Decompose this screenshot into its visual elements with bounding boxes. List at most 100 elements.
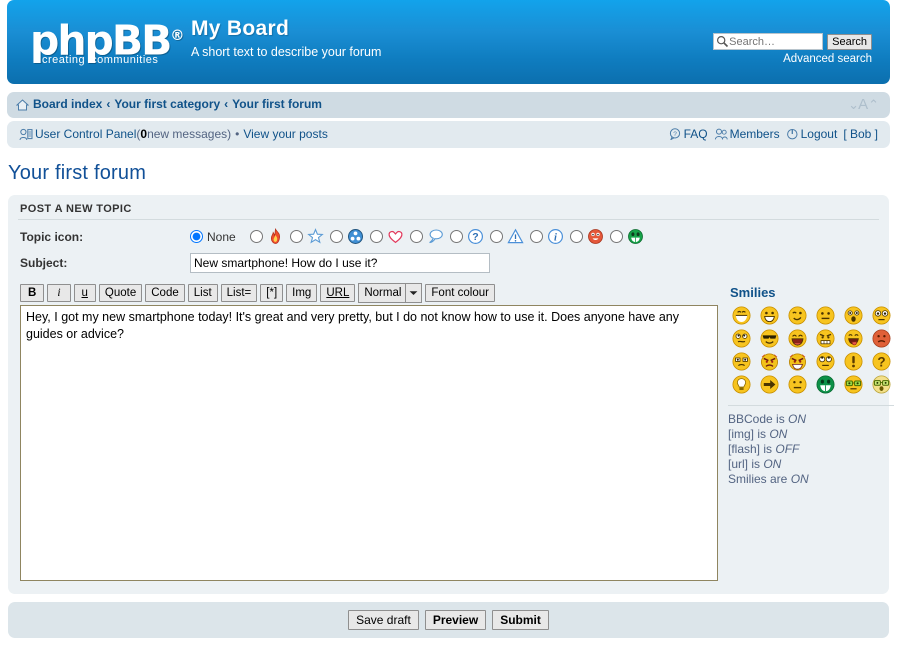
- topic-icon-option-speech-bubble[interactable]: [410, 228, 444, 245]
- green-face-icon[interactable]: [627, 228, 644, 245]
- username-bracket[interactable]: [ Bob ]: [843, 127, 878, 141]
- smiley-question[interactable]: ?: [872, 352, 891, 371]
- smiley-rolleyes[interactable]: [816, 352, 835, 371]
- topic-icon-radio-question[interactable]: [450, 230, 463, 243]
- logout-link[interactable]: Logout: [801, 127, 838, 141]
- red-face-icon[interactable]: [587, 228, 604, 245]
- home-icon: [16, 99, 29, 111]
- star-icon[interactable]: [307, 228, 324, 245]
- topic-icon-option-green-face[interactable]: [610, 228, 644, 245]
- smiley-mad[interactable]: [816, 329, 835, 348]
- user-link-bar: User Control Panel (0 new messages) • Vi…: [7, 121, 890, 148]
- smiley-exclaim[interactable]: [844, 352, 863, 371]
- smiley-sad[interactable]: [816, 306, 835, 325]
- font-size-select[interactable]: Normal: [358, 283, 422, 303]
- smiley-confused[interactable]: [732, 329, 751, 348]
- topic-icon-option-warning[interactable]: [490, 228, 524, 245]
- smiley-arrow[interactable]: [760, 375, 779, 394]
- question-icon[interactable]: ?: [467, 228, 484, 245]
- topic-icon-radio-green-face[interactable]: [610, 230, 623, 243]
- image-button[interactable]: Img: [286, 284, 317, 302]
- smiley-surprised[interactable]: [844, 306, 863, 325]
- warning-icon[interactable]: [507, 228, 524, 245]
- breadcrumb-item-forum[interactable]: Your first forum: [232, 97, 322, 111]
- search-button[interactable]: Search: [827, 34, 872, 50]
- fire-icon[interactable]: [267, 228, 284, 245]
- code-button[interactable]: Code: [145, 284, 185, 302]
- topic-icon-radio-radioactive[interactable]: [330, 230, 343, 243]
- breadcrumb-item-board-index[interactable]: Board index: [33, 97, 102, 111]
- topic-icon-option-question[interactable]: ?: [450, 228, 484, 245]
- smiley-smile[interactable]: [760, 306, 779, 325]
- italic-button[interactable]: i: [47, 284, 70, 302]
- quote-button[interactable]: Quote: [99, 284, 142, 302]
- smiley-geek[interactable]: [844, 375, 863, 394]
- power-icon: [786, 128, 799, 143]
- topic-icon-option-red-face[interactable]: [570, 228, 604, 245]
- smiley-neutral[interactable]: [788, 375, 807, 394]
- smiley-razz[interactable]: [844, 329, 863, 348]
- topic-icon-option-info[interactable]: i: [530, 228, 564, 245]
- info-icon[interactable]: i: [547, 228, 564, 245]
- smiley-biggrin[interactable]: [732, 306, 751, 325]
- save-draft-button[interactable]: Save draft: [348, 610, 419, 630]
- view-your-posts-link[interactable]: View your posts: [243, 127, 328, 141]
- faq-link[interactable]: FAQ: [684, 127, 708, 141]
- heart-icon[interactable]: [387, 228, 404, 245]
- bold-button[interactable]: B: [20, 284, 44, 302]
- chevron-down-icon[interactable]: [405, 284, 421, 302]
- search-input[interactable]: [729, 36, 820, 48]
- ordered-list-button[interactable]: List=: [221, 284, 258, 302]
- smiley-grid: ?: [728, 305, 894, 395]
- speech-bubble-icon[interactable]: [427, 228, 444, 245]
- smiley-lol[interactable]: [788, 329, 807, 348]
- smiley-eek[interactable]: [872, 306, 891, 325]
- url-status-label: [url] is: [728, 457, 763, 471]
- list-item-button[interactable]: [*]: [260, 284, 283, 302]
- topic-icon-radio-speech-bubble[interactable]: [410, 230, 423, 243]
- subject-input[interactable]: [190, 253, 490, 273]
- underline-button[interactable]: u: [74, 284, 96, 302]
- smiley-cool[interactable]: [760, 329, 779, 348]
- topic-icon-option-star[interactable]: [290, 228, 324, 245]
- topic-icon-radio-info[interactable]: [530, 230, 543, 243]
- font-smaller-icon[interactable]: ⌄: [848, 97, 858, 112]
- subject-row: Subject:: [20, 253, 879, 273]
- smiley-wink[interactable]: [788, 306, 807, 325]
- font-size-changer[interactable]: ⌄A⌃: [848, 96, 878, 113]
- bbcode-status: BBCode is ON [img] is ON [flash] is OFF …: [728, 405, 894, 487]
- font-colour-button[interactable]: Font colour: [425, 284, 495, 302]
- url-button[interactable]: URL: [320, 284, 355, 302]
- smiley-mrgreen[interactable]: [816, 375, 835, 394]
- page-title: Your first forum: [8, 162, 889, 185]
- smiley-ugeek[interactable]: [872, 375, 891, 394]
- phpbb-logo[interactable]: phpBB® creatingcommunities: [30, 14, 190, 72]
- topic-icon-radio-heart[interactable]: [370, 230, 383, 243]
- font-larger-icon[interactable]: ⌃: [868, 97, 878, 112]
- smiley-idea[interactable]: [732, 375, 751, 394]
- search-field-wrapper[interactable]: [713, 33, 823, 50]
- topic-icon-radio-warning[interactable]: [490, 230, 503, 243]
- smiley-cry[interactable]: [732, 352, 751, 371]
- topic-icon-option-fire[interactable]: [250, 228, 284, 245]
- smiley-evil[interactable]: [760, 352, 779, 371]
- user-control-panel-link[interactable]: User Control Panel: [35, 127, 136, 141]
- preview-button[interactable]: Preview: [425, 610, 486, 630]
- message-textarea[interactable]: Hey, I got my new smartphone today! It's…: [20, 305, 718, 581]
- panel-heading: POST A NEW TOPIC: [18, 203, 879, 220]
- smiley-redface[interactable]: [872, 329, 891, 348]
- breadcrumb-item-category[interactable]: Your first category: [114, 97, 220, 111]
- members-link[interactable]: Members: [730, 127, 780, 141]
- topic-icon-option-radioactive[interactable]: [330, 228, 364, 245]
- radioactive-icon[interactable]: [347, 228, 364, 245]
- topic-icon-radio-fire[interactable]: [250, 230, 263, 243]
- submit-button[interactable]: Submit: [492, 610, 549, 630]
- smiley-twisted[interactable]: [788, 352, 807, 371]
- topic-icon-radio-star[interactable]: [290, 230, 303, 243]
- topic-icon-option-none[interactable]: None: [190, 230, 244, 244]
- topic-icon-radio-red-face[interactable]: [570, 230, 583, 243]
- topic-icon-radio-none[interactable]: [190, 230, 203, 243]
- topic-icon-option-heart[interactable]: [370, 228, 404, 245]
- advanced-search-link[interactable]: Advanced search: [713, 53, 872, 65]
- list-button[interactable]: List: [188, 284, 218, 302]
